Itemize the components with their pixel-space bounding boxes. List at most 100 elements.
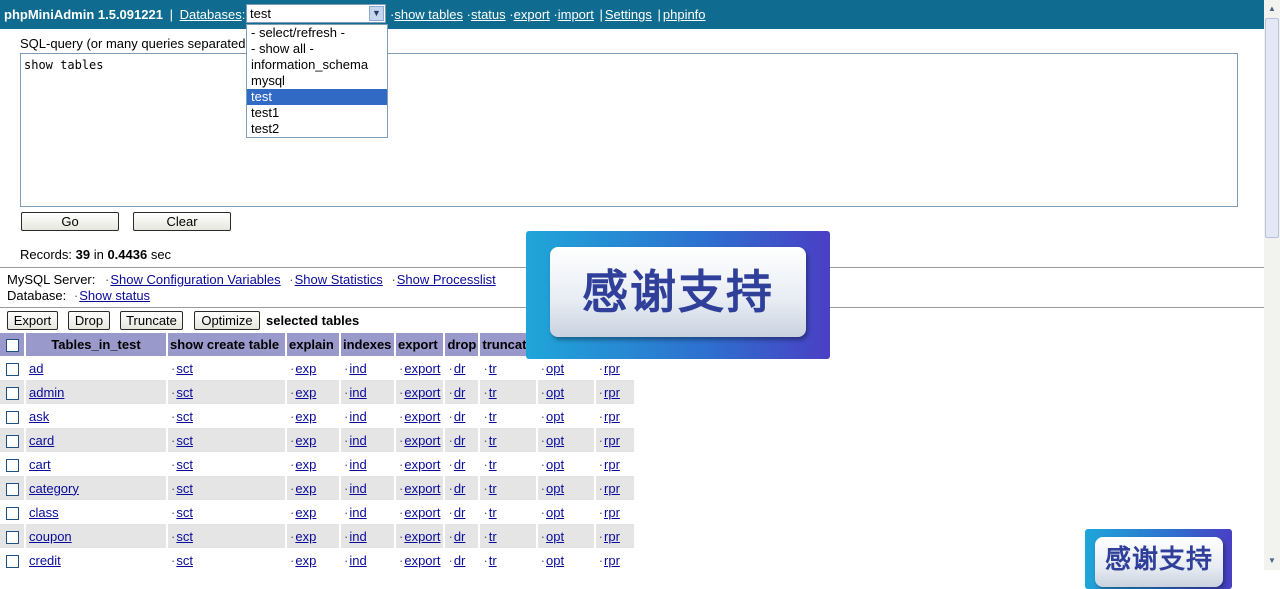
dropdown-option[interactable]: mysql bbox=[247, 73, 387, 89]
export-link[interactable]: export bbox=[404, 361, 440, 376]
clear-button[interactable]: Clear bbox=[133, 212, 231, 231]
optimize-link[interactable]: opt bbox=[546, 385, 564, 400]
drop-link[interactable]: dr bbox=[454, 481, 466, 496]
export-link[interactable]: export bbox=[404, 385, 440, 400]
indexes-link[interactable]: ind bbox=[349, 457, 366, 472]
repair-link[interactable]: rpr bbox=[604, 385, 620, 400]
optimize-link[interactable]: opt bbox=[546, 361, 564, 376]
dropdown-option[interactable]: - select/refresh - bbox=[247, 25, 387, 41]
explain-link[interactable]: exp bbox=[295, 385, 316, 400]
indexes-link[interactable]: ind bbox=[349, 505, 366, 520]
dropdown-option[interactable]: information_schema bbox=[247, 57, 387, 73]
export-link[interactable]: export bbox=[404, 481, 440, 496]
truncate-link[interactable]: tr bbox=[489, 505, 497, 520]
show-create-link[interactable]: sct bbox=[176, 361, 193, 376]
row-select[interactable] bbox=[0, 356, 26, 380]
table-name-link[interactable]: credit bbox=[29, 553, 61, 568]
export-link[interactable]: export bbox=[404, 529, 440, 544]
drop-link[interactable]: dr bbox=[454, 433, 466, 448]
nav-settings[interactable]: Settings bbox=[605, 7, 652, 22]
select-all-checkbox[interactable] bbox=[5, 339, 19, 353]
truncate-button[interactable]: Truncate bbox=[120, 311, 183, 330]
show-config-variables-link[interactable]: Show Configuration Variables bbox=[110, 272, 280, 287]
nav-export[interactable]: export bbox=[514, 7, 550, 22]
show-processlist-link[interactable]: Show Processlist bbox=[397, 272, 496, 287]
drop-link[interactable]: dr bbox=[454, 385, 466, 400]
scroll-up-icon[interactable]: ▲ bbox=[1265, 1, 1279, 17]
row-checkbox[interactable] bbox=[5, 362, 19, 376]
row-checkbox[interactable] bbox=[5, 530, 19, 544]
indexes-link[interactable]: ind bbox=[349, 433, 366, 448]
repair-link[interactable]: rpr bbox=[604, 361, 620, 376]
table-name-link[interactable]: class bbox=[29, 505, 59, 520]
truncate-link[interactable]: tr bbox=[489, 361, 497, 376]
show-create-link[interactable]: sct bbox=[176, 409, 193, 424]
row-select[interactable] bbox=[0, 428, 26, 452]
repair-link[interactable]: rpr bbox=[604, 481, 620, 496]
scroll-thumb[interactable] bbox=[1265, 18, 1279, 238]
optimize-link[interactable]: opt bbox=[546, 457, 564, 472]
databases-link[interactable]: Databases bbox=[180, 7, 242, 22]
explain-link[interactable]: exp bbox=[295, 505, 316, 520]
nav-phpinfo[interactable]: phpinfo bbox=[663, 7, 706, 22]
drop-link[interactable]: dr bbox=[454, 529, 466, 544]
dropdown-option[interactable]: test2 bbox=[247, 121, 387, 137]
show-create-link[interactable]: sct bbox=[176, 433, 193, 448]
row-checkbox[interactable] bbox=[5, 434, 19, 448]
row-checkbox[interactable] bbox=[5, 458, 19, 472]
row-select[interactable] bbox=[0, 524, 26, 548]
explain-link[interactable]: exp bbox=[295, 433, 316, 448]
export-link[interactable]: export bbox=[404, 553, 440, 568]
show-statistics-link[interactable]: Show Statistics bbox=[295, 272, 383, 287]
show-create-link[interactable]: sct bbox=[176, 457, 193, 472]
nav-import[interactable]: import bbox=[558, 7, 594, 22]
show-create-link[interactable]: sct bbox=[176, 529, 193, 544]
row-checkbox[interactable] bbox=[5, 506, 19, 520]
optimize-link[interactable]: opt bbox=[546, 409, 564, 424]
table-name-link[interactable]: ad bbox=[29, 361, 43, 376]
export-link[interactable]: export bbox=[404, 505, 440, 520]
row-checkbox[interactable] bbox=[5, 386, 19, 400]
table-name-link[interactable]: category bbox=[29, 481, 79, 496]
repair-link[interactable]: rpr bbox=[604, 457, 620, 472]
repair-link[interactable]: rpr bbox=[604, 553, 620, 568]
repair-link[interactable]: rpr bbox=[604, 409, 620, 424]
optimize-link[interactable]: opt bbox=[546, 529, 564, 544]
drop-link[interactable]: dr bbox=[454, 505, 466, 520]
nav-show-tables[interactable]: show tables bbox=[394, 7, 463, 22]
table-name-link[interactable]: cart bbox=[29, 457, 51, 472]
indexes-link[interactable]: ind bbox=[349, 385, 366, 400]
repair-link[interactable]: rpr bbox=[604, 505, 620, 520]
export-button[interactable]: Export bbox=[7, 311, 58, 330]
truncate-link[interactable]: tr bbox=[489, 553, 497, 568]
show-create-link[interactable]: sct bbox=[176, 505, 193, 520]
optimize-button[interactable]: Optimize bbox=[194, 311, 260, 330]
scroll-down-icon[interactable]: ▼ bbox=[1265, 553, 1279, 569]
row-select[interactable] bbox=[0, 548, 26, 572]
indexes-link[interactable]: ind bbox=[349, 553, 366, 568]
row-select[interactable] bbox=[0, 380, 26, 404]
truncate-link[interactable]: tr bbox=[489, 481, 497, 496]
explain-link[interactable]: exp bbox=[295, 457, 316, 472]
drop-link[interactable]: dr bbox=[454, 457, 466, 472]
row-checkbox[interactable] bbox=[5, 410, 19, 424]
optimize-link[interactable]: opt bbox=[546, 433, 564, 448]
dropdown-option[interactable]: test1 bbox=[247, 105, 387, 121]
optimize-link[interactable]: opt bbox=[546, 553, 564, 568]
optimize-link[interactable]: opt bbox=[546, 481, 564, 496]
chevron-down-icon[interactable]: ▼ bbox=[369, 6, 384, 21]
explain-link[interactable]: exp bbox=[295, 409, 316, 424]
table-name-link[interactable]: admin bbox=[29, 385, 64, 400]
row-checkbox[interactable] bbox=[5, 482, 19, 496]
row-checkbox[interactable] bbox=[5, 554, 19, 568]
row-select[interactable] bbox=[0, 500, 26, 524]
export-link[interactable]: export bbox=[404, 457, 440, 472]
table-name-link[interactable]: card bbox=[29, 433, 54, 448]
indexes-link[interactable]: ind bbox=[349, 529, 366, 544]
database-select[interactable]: test ▼ bbox=[246, 4, 386, 23]
show-status-link[interactable]: Show status bbox=[79, 288, 150, 303]
dropdown-option[interactable]: - show all - bbox=[247, 41, 387, 57]
truncate-link[interactable]: tr bbox=[489, 409, 497, 424]
drop-link[interactable]: dr bbox=[454, 361, 466, 376]
explain-link[interactable]: exp bbox=[295, 481, 316, 496]
